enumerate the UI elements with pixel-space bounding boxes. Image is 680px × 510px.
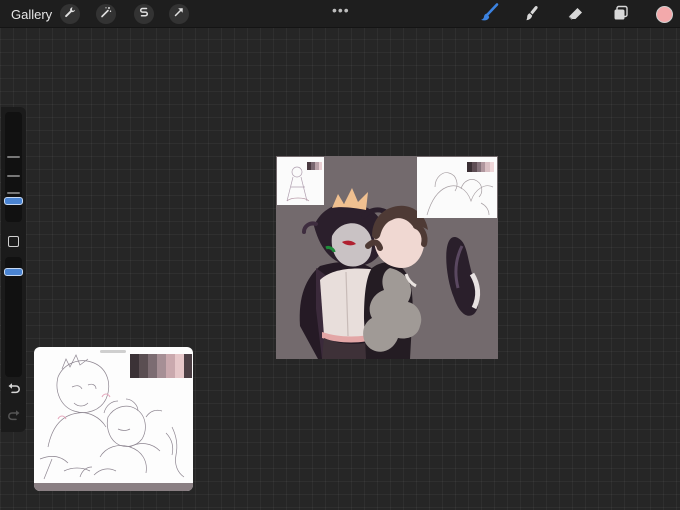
layers-icon: [612, 4, 630, 27]
transform-button[interactable]: [169, 4, 189, 24]
redo-icon: [7, 410, 21, 427]
drawing-canvas[interactable]: [276, 156, 498, 359]
smudge-tool-button[interactable]: [522, 4, 544, 26]
reference-sketch-left: [277, 157, 324, 205]
eraser-tool-button[interactable]: [565, 4, 587, 26]
layers-button[interactable]: [610, 4, 632, 26]
brush-icon: [478, 2, 500, 29]
gallery-button[interactable]: Gallery: [11, 7, 52, 22]
brush-size-thumb[interactable]: [4, 197, 23, 205]
transform-arrow-icon: [173, 5, 185, 23]
palette-swatch: [157, 354, 166, 378]
color-picker-button[interactable]: [656, 6, 673, 23]
redo-button[interactable]: [7, 409, 21, 423]
adjustments-button[interactable]: [96, 4, 116, 24]
magic-wand-icon: [100, 5, 112, 23]
size-tick: [7, 175, 20, 177]
reference-window[interactable]: [34, 347, 193, 491]
reference-sketch-right: [417, 157, 497, 218]
undo-icon: [7, 383, 21, 400]
palette-swatch: [139, 354, 148, 378]
wrench-icon: [64, 5, 76, 23]
actions-button[interactable]: [60, 4, 80, 24]
selection-icon: [138, 5, 150, 23]
smudge-icon: [523, 3, 543, 28]
left-sidebar: [1, 107, 26, 432]
selection-button[interactable]: [134, 4, 154, 24]
reference-palette-right: [467, 162, 494, 172]
palette-swatch: [166, 354, 175, 378]
undo-button[interactable]: [7, 382, 21, 396]
reference-bottom-bar: [34, 483, 193, 491]
top-toolbar: Gallery •••: [0, 0, 680, 28]
size-tick: [7, 192, 20, 194]
reference-palette-left: [307, 162, 322, 170]
palette-swatch: [175, 354, 184, 378]
palette-swatch: [130, 354, 139, 378]
eraser-icon: [566, 3, 586, 28]
opacity-thumb[interactable]: [4, 268, 23, 276]
more-options-button[interactable]: •••: [332, 2, 350, 18]
modify-button[interactable]: [8, 236, 19, 247]
brush-size-slider[interactable]: [5, 112, 22, 222]
palette-swatch: [148, 354, 157, 378]
reference-color-palette: [130, 354, 192, 378]
palette-swatch: [184, 354, 192, 378]
palette-swatch: [319, 162, 322, 170]
palette-swatch: [490, 162, 494, 172]
brush-tool-button[interactable]: [478, 2, 500, 29]
size-tick: [7, 156, 20, 158]
